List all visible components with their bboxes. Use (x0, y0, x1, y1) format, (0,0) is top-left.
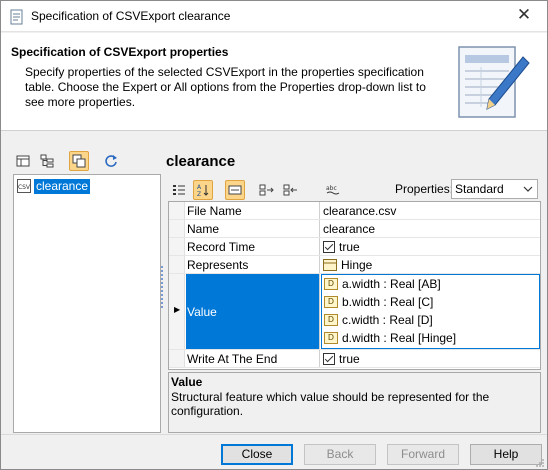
tree-item-clearance[interactable]: CSV clearance (17, 178, 91, 194)
properties-table: File Name clearance.csv Name clearance R… (168, 201, 541, 370)
checkbox-checked-icon[interactable] (323, 240, 335, 253)
table-row-selected[interactable]: ▶ Value Da.width : Real [AB] Db.width : … (169, 274, 540, 350)
svg-text:Z: Z (197, 191, 201, 197)
table-row[interactable]: File Name clearance.csv (169, 202, 540, 220)
svg-text:abc: abc (326, 185, 337, 192)
property-value[interactable]: clearance (321, 220, 540, 237)
list-view-icon[interactable] (13, 151, 33, 171)
splitter-handle[interactable] (161, 266, 164, 311)
header-title: Specification of CSVExport properties (11, 45, 229, 59)
collapse-icon[interactable] (281, 180, 301, 200)
property-value[interactable]: Hinge (321, 256, 540, 273)
chevron-down-icon (523, 186, 533, 192)
row-pointer-icon: ▶ (174, 305, 181, 314)
tree-item-label[interactable]: clearance (34, 178, 91, 194)
csv-icon: CSV (17, 179, 31, 193)
property-name: File Name (186, 202, 320, 219)
refresh-icon[interactable] (101, 151, 121, 171)
properties-dropdown[interactable]: Standard (451, 179, 538, 199)
property-name: Record Time (186, 238, 320, 255)
block-icon (323, 258, 337, 271)
list-item[interactable]: Db.width : Real [C] (322, 293, 539, 311)
table-icon[interactable] (225, 180, 245, 200)
dialog-footer: Close Back Forward Help (1, 434, 547, 469)
property-value[interactable]: clearance.csv (321, 202, 540, 219)
properties-toolbar: AZ abc Properties: Standard (167, 178, 541, 202)
property-icon: D (324, 314, 338, 326)
property-icon: D (324, 296, 338, 308)
svg-text:A: A (197, 184, 202, 191)
back-button[interactable]: Back (304, 444, 376, 465)
tree-view-icon[interactable] (37, 151, 57, 171)
app-icon (10, 9, 23, 25)
list-item[interactable]: Dc.width : Real [D] (322, 311, 539, 329)
table-row[interactable]: Record Time true (169, 238, 540, 256)
description-text: Structural feature which value should be… (171, 390, 490, 418)
close-icon[interactable]: ✕ (515, 6, 533, 24)
table-row[interactable]: Represents Hinge (169, 256, 540, 274)
property-icon: D (324, 278, 338, 290)
table-row[interactable]: Write At The End true (169, 350, 540, 368)
property-name: Name (186, 220, 320, 237)
specification-dialog: Specification of CSVExport clearance ✕ S… (0, 0, 548, 470)
property-name: Value (186, 274, 320, 349)
description-title: Value (171, 375, 203, 389)
resize-grip-icon[interactable] (535, 458, 545, 468)
list-item[interactable]: Dd.width : Real [Hinge] (322, 329, 539, 347)
close-button[interactable]: Close (221, 444, 293, 465)
sort-az-icon[interactable]: AZ (193, 180, 213, 200)
property-icon: D (324, 332, 338, 344)
categorized-icon[interactable] (169, 180, 189, 200)
element-tree[interactable]: CSV clearance (13, 174, 161, 433)
svg-text:CSV: CSV (18, 184, 31, 191)
forward-button[interactable]: Forward (387, 444, 459, 465)
abc-icon[interactable]: abc (323, 180, 343, 200)
properties-dropdown-value: Standard (455, 182, 504, 196)
property-value[interactable]: true (321, 350, 540, 367)
expand-icon[interactable] (257, 180, 277, 200)
element-title: clearance (166, 153, 236, 170)
document-pencil-icon (458, 46, 530, 118)
help-button[interactable]: Help (470, 444, 542, 465)
property-name: Represents (186, 256, 320, 273)
properties-label: Properties: (395, 182, 454, 196)
title-bar: Specification of CSVExport clearance ✕ (1, 1, 547, 32)
property-value-list[interactable]: Da.width : Real [AB] Db.width : Real [C]… (321, 274, 540, 349)
property-name: Write At The End (186, 350, 320, 367)
checkbox-checked-icon[interactable] (323, 352, 335, 365)
table-row[interactable]: Name clearance (169, 220, 540, 238)
header-panel: Specification of CSVExport properties Sp… (1, 33, 547, 131)
header-description: Specify properties of the selected CSVEx… (25, 65, 426, 109)
list-item[interactable]: Da.width : Real [AB] (322, 275, 539, 293)
copy-icon[interactable] (69, 151, 89, 171)
window-title: Specification of CSVExport clearance (31, 9, 231, 23)
property-description: Value Structural feature which value sho… (168, 372, 541, 433)
property-value[interactable]: true (321, 238, 540, 255)
